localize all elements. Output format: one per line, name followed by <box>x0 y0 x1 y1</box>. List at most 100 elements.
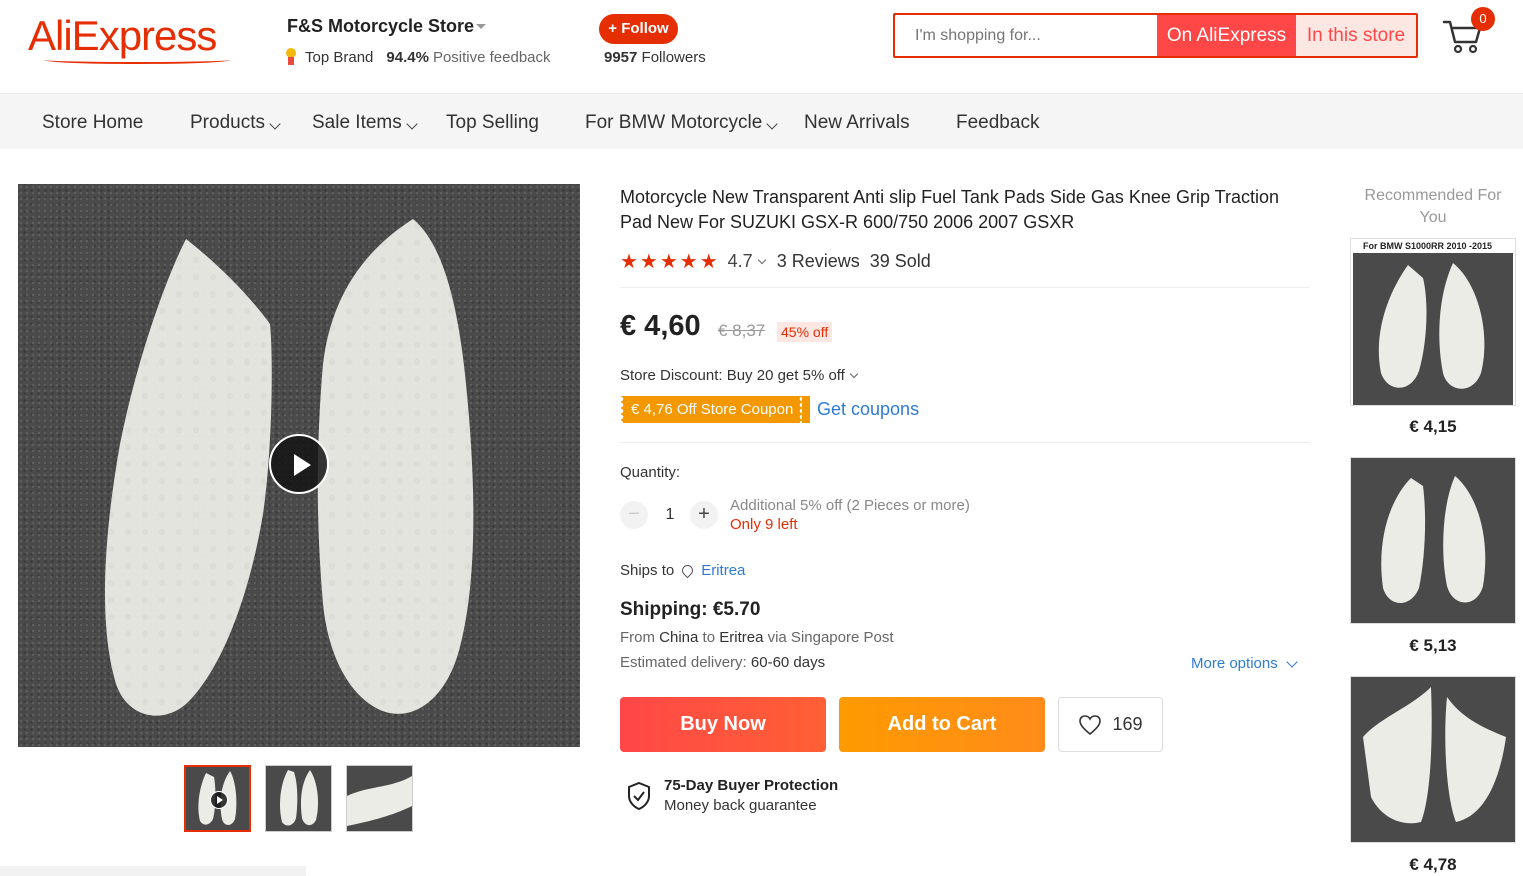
play-icon <box>210 791 228 809</box>
cart-count-badge: 0 <box>1471 7 1495 31</box>
search-input[interactable] <box>895 15 1157 56</box>
nav-for-bmw[interactable]: For BMW Motorcycle <box>585 112 779 134</box>
reviews-link[interactable]: 3 Reviews <box>777 251 860 272</box>
wishlist-count: 169 <box>1112 714 1143 734</box>
chevron-down-icon[interactable] <box>757 255 766 264</box>
shipping-cost: Shipping: €5.70 <box>620 599 761 620</box>
nav-feedback[interactable]: Feedback <box>956 112 1039 134</box>
play-video-icon[interactable] <box>269 434 329 494</box>
divider <box>620 287 1310 288</box>
rating-row: ★★★★★ 4.7 3 Reviews 39 Sold <box>620 249 931 273</box>
product-title: Motorcycle New Transparent Anti slip Fue… <box>620 187 1279 232</box>
nav-products[interactable]: Products <box>190 112 281 134</box>
nav-new-arrivals[interactable]: New Arrivals <box>804 112 910 134</box>
add-to-cart-button[interactable]: Add to Cart <box>839 697 1045 752</box>
nav-label: New Arrivals <box>804 112 910 133</box>
buyer-protection-subtitle: Money back guarantee <box>664 797 817 814</box>
nav-label: Products <box>190 112 265 133</box>
buy-now-button[interactable]: Buy Now <box>620 697 826 752</box>
site-header: AliExpress F&S Motorcycle Store Top Bran… <box>0 0 1523 93</box>
wishlist-button[interactable]: 169 <box>1058 697 1163 752</box>
followers-number: 9957 <box>604 49 638 66</box>
store-nav: Store Home Products Sale Items Top Selli… <box>0 93 1523 149</box>
ship-origin: China <box>659 629 699 646</box>
nav-label: Store Home <box>42 112 144 133</box>
current-price: € 4,60 <box>620 310 701 342</box>
nav-top-selling[interactable]: Top Selling <box>446 112 539 134</box>
sold-count: 39 Sold <box>869 250 931 271</box>
stock-left: Only 9 left <box>730 516 798 533</box>
store-discount[interactable]: Store Discount: Buy 20 get 5% off <box>620 367 869 384</box>
recommended-item-price[interactable]: € 4,78 <box>1350 855 1516 875</box>
recommended-caption: For BMW S1000RR 2010 -2015 <box>1363 241 1493 251</box>
positive-feedback-label: Positive feedback <box>432 48 551 66</box>
medal-icon <box>284 48 298 66</box>
followers-count: 9957 Followers <box>604 49 706 66</box>
recommended-item-image[interactable] <box>1350 457 1516 624</box>
divider <box>620 442 1310 443</box>
store-meta: Top Brand 94.4% Positive feedback <box>284 48 551 66</box>
get-coupons-link[interactable]: Get coupons <box>817 399 919 420</box>
ships-to-country[interactable]: Eritrea <box>701 562 745 579</box>
positive-feedback-pct: 94.4% <box>386 48 429 66</box>
recommended-item-price[interactable]: € 4,15 <box>1350 417 1516 437</box>
nav-label: For BMW Motorcycle <box>585 112 763 133</box>
chevron-down-icon <box>1286 655 1298 668</box>
quantity-note: Additional 5% off (2 Pieces or more) <box>730 497 970 514</box>
top-brand-label: Top Brand <box>305 48 374 66</box>
product-photo <box>1353 253 1513 405</box>
ship-from: From China to Eritrea via Singapore Post <box>620 629 894 646</box>
shield-check-icon <box>626 781 652 816</box>
store-coupon[interactable]: € 4,76 Off Store Coupon <box>621 396 810 423</box>
estimated-delivery: Estimated delivery: 60-60 days <box>620 654 825 671</box>
recommended-item-price[interactable]: € 5,13 <box>1350 636 1516 656</box>
ship-destination: Eritrea <box>719 629 764 646</box>
chevron-down-icon <box>269 118 281 130</box>
recommended-item-image[interactable] <box>1350 676 1516 843</box>
nav-store-home[interactable]: Store Home <box>42 112 143 134</box>
quantity-decrease-button[interactable]: − <box>620 501 648 529</box>
ships-to-label: Ships to <box>620 562 675 579</box>
follow-button[interactable]: + Follow <box>599 14 678 44</box>
aliexpress-logo[interactable]: AliExpress <box>28 12 217 60</box>
discount-badge: 45% off <box>777 322 833 342</box>
ship-via: via Singapore Post <box>767 629 894 646</box>
chevron-down-icon <box>849 369 859 379</box>
chevron-down-icon <box>766 118 779 130</box>
more-options-label: More options <box>1191 655 1278 672</box>
recommended-item-image[interactable]: For BMW S1000RR 2010 -2015 <box>1350 238 1516 406</box>
nav-label: Feedback <box>956 112 1040 133</box>
store-name[interactable]: F&S Motorcycle Store <box>287 16 474 37</box>
nav-label: Top Selling <box>446 112 539 133</box>
quantity-value[interactable]: 1 <box>662 506 678 524</box>
nav-label: Sale Items <box>312 112 402 133</box>
buyer-protection-title: 75-Day Buyer Protection <box>664 777 839 794</box>
thumbnail-2[interactable] <box>265 765 332 832</box>
original-price: € 8,37 <box>718 321 766 340</box>
search-on-aliexpress-button[interactable]: On AliExpress <box>1157 15 1296 56</box>
thumbnail-3[interactable] <box>346 765 413 832</box>
location-pin-icon <box>679 562 696 579</box>
thumbnail-video[interactable] <box>184 765 251 832</box>
bottom-scroll-area <box>0 866 306 876</box>
followers-label: Followers <box>641 49 706 66</box>
nav-sale-items[interactable]: Sale Items <box>312 112 418 134</box>
search-in-store-button[interactable]: In this store <box>1296 15 1416 56</box>
quantity-label: Quantity: <box>620 464 681 481</box>
recommended-heading: Recommended For You <box>1364 187 1502 226</box>
more-options-link[interactable]: More options <box>1191 655 1298 672</box>
caret-down-icon[interactable] <box>476 24 486 29</box>
quantity-increase-button[interactable]: + <box>690 501 718 529</box>
ship-from-to: to <box>702 629 716 646</box>
ship-from-prefix: From <box>620 629 655 646</box>
ships-to: Ships to Eritrea <box>620 562 745 579</box>
logo-swoosh <box>44 56 230 64</box>
estimated-label: Estimated delivery: <box>620 654 747 671</box>
store-discount-text: Store Discount: Buy 20 get 5% off <box>620 367 845 384</box>
heart-icon <box>1079 714 1102 735</box>
chevron-down-icon <box>406 118 418 130</box>
search-bar: On AliExpress In this store <box>893 13 1418 58</box>
rating-value[interactable]: 4.7 <box>728 251 753 272</box>
star-rating-icon: ★★★★★ <box>620 250 720 273</box>
estimated-value: 60-60 days <box>750 654 826 671</box>
